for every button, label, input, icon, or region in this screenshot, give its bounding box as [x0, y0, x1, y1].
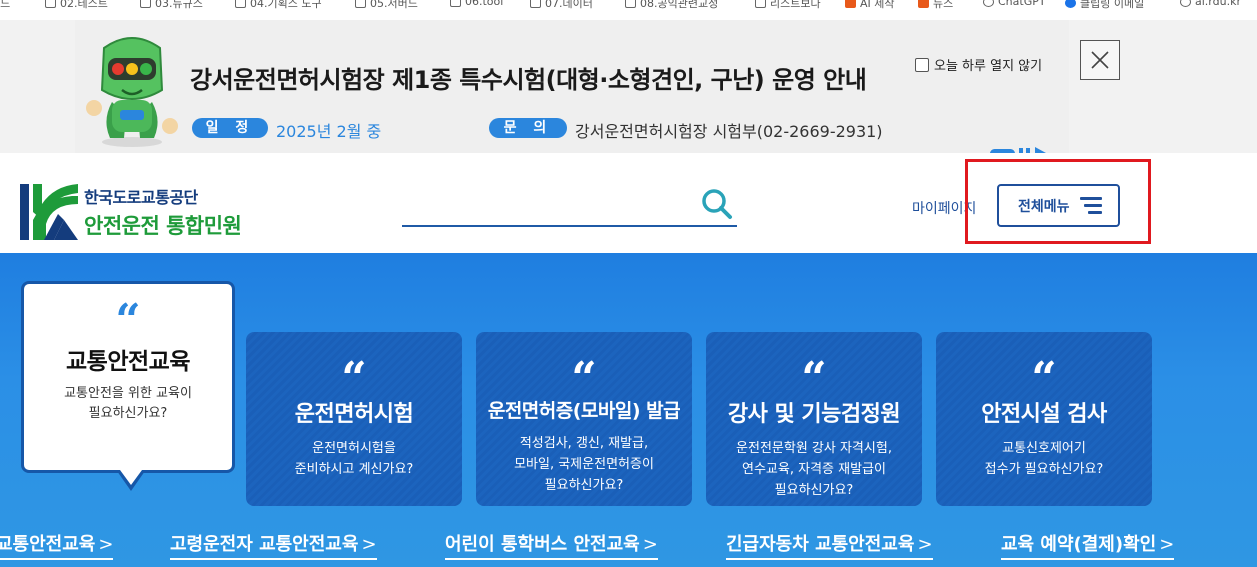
card-title: 안전시설 검사	[981, 402, 1107, 427]
chevron-right-icon: >	[98, 534, 114, 555]
card-title: 운전면허시험	[294, 402, 414, 427]
koroad-logo-icon	[20, 184, 78, 240]
chevron-right-icon: >	[642, 534, 658, 555]
folder-icon	[355, 0, 366, 8]
checkbox-box[interactable]	[915, 57, 929, 72]
bookmark-item[interactable]: 리스트보다	[755, 0, 821, 11]
folder-icon	[755, 0, 766, 8]
quote-icon: “	[115, 295, 141, 346]
site-header: 한국도로교통공단 안전운전 통합민원 마이페이지 전체메뉴	[0, 153, 1257, 253]
search-bar[interactable]	[402, 183, 737, 227]
traffic-light-mascot-icon	[86, 37, 178, 147]
card-desc: 교통신호제어기 접수가 필요하신가요?	[984, 441, 1104, 477]
bookmark-item[interactable]: 코드	[0, 0, 10, 11]
ai-icon	[845, 0, 856, 8]
quote-icon: “	[1031, 353, 1057, 404]
driving-test-card[interactable]: “ 운전면허시험 운전면허시험을 준비하시고 계신가요?	[246, 332, 462, 506]
card-title: 운전면허증(모바일) 발급	[487, 400, 681, 422]
card-desc: 적성검사, 갱신, 재발급, 모바일, 국제운전면허증이 필요하신가요?	[514, 436, 654, 493]
folder-icon	[45, 0, 56, 8]
chevron-right-icon: >	[361, 534, 377, 555]
bookmark-item[interactable]: ai.rdu.kr	[1180, 0, 1241, 8]
bookmark-item[interactable]: 08.공익관련교정	[625, 0, 718, 11]
bookmark-item[interactable]: 06.tool	[450, 0, 503, 8]
schedule-value: 2025년 2월 중	[276, 122, 382, 141]
folder-icon	[235, 0, 246, 8]
quote-icon: “	[341, 353, 367, 404]
banner-title[interactable]: 강서운전면허시험장 제1종 특수시험(대형·소형견인, 구난) 운영 안내	[190, 60, 867, 95]
folder-icon	[140, 0, 151, 8]
link-emergency-vehicle-education[interactable]: 긴급자동차 교통안전교육 >	[726, 530, 933, 560]
quote-icon: “	[571, 353, 597, 404]
safety-facility-card[interactable]: “ 안전시설 검사 교통신호제어기 접수가 필요하신가요?	[936, 332, 1152, 506]
search-icon[interactable]	[701, 188, 733, 220]
dont-show-today-checkbox[interactable]: 오늘 하루 열지 않기	[915, 55, 1042, 74]
bookmarks-bar: 코드 02.테스트 03.뉴규스 04.기획스 도구 05.서버드 06.too…	[0, 0, 1257, 14]
bookmark-item[interactable]: 02.테스트	[45, 0, 108, 11]
org-name: 한국도로교통공단	[84, 188, 198, 207]
card-title: 강사 및 기능검정원	[727, 402, 901, 427]
folder-icon	[530, 0, 541, 8]
quote-icon: “	[801, 353, 827, 404]
card-desc: 운전면허시험을 준비하시고 계신가요?	[294, 441, 414, 477]
card-desc: 운전전문학원 강사 자격시험, 연수교육, 자격증 재발급이 필요하신가요?	[736, 441, 892, 498]
link-school-bus-education[interactable]: 어린이 통학버스 안전교육 >	[445, 530, 658, 560]
dont-show-today-label: 오늘 하루 열지 않기	[934, 59, 1043, 74]
card-title: 교통안전교육	[66, 349, 190, 375]
bookmark-item[interactable]: 클립링 이메일	[1065, 0, 1144, 11]
bookmark-item[interactable]: 뉴스	[918, 0, 953, 11]
banner-close-button[interactable]	[1080, 40, 1120, 80]
bookmark-item[interactable]: ChatGPT	[983, 0, 1046, 8]
chevron-right-icon: >	[1159, 534, 1175, 555]
site-name: 안전운전 통합민원	[84, 214, 242, 238]
globe-icon	[1180, 0, 1191, 7]
card-desc: 교통안전을 위한 교육이 필요하신가요?	[64, 386, 192, 421]
folder-icon	[450, 0, 461, 7]
contact-value: 강서운전면허시험장 시험부(02-2669-2931)	[575, 122, 883, 141]
schedule-label: 일 정	[192, 118, 268, 138]
highlight-box	[965, 159, 1151, 244]
bookmark-item[interactable]: 03.뉴규스	[140, 0, 203, 11]
chatgpt-icon	[983, 0, 994, 7]
close-icon	[1091, 51, 1109, 69]
news-icon	[918, 0, 929, 8]
bookmark-item[interactable]: AI 제작	[845, 0, 895, 11]
bookmark-item[interactable]: 05.서버드	[355, 0, 418, 11]
folder-icon	[625, 0, 636, 8]
link-education-reservation-check[interactable]: 교육 예약(결제)확인 >	[1001, 530, 1175, 560]
contact-label: 문 의	[489, 118, 567, 138]
link-traffic-safety-education[interactable]: 교통안전교육 >	[0, 530, 114, 560]
k-icon	[1065, 0, 1076, 8]
link-senior-driver-education[interactable]: 고령운전자 교통안전교육 >	[170, 530, 377, 560]
chevron-right-icon: >	[917, 534, 933, 555]
bookmark-item[interactable]: 04.기획스 도구	[235, 0, 322, 11]
service-section: “ 교통안전교육 교통안전을 위한 교육이 필요하신가요? “ 운전면허시험 운…	[0, 253, 1257, 567]
bookmark-item[interactable]: 07.데이터	[530, 0, 593, 11]
traffic-safety-education-card[interactable]: “ 교통안전교육 교통안전을 위한 교육이 필요하신가요?	[21, 281, 235, 491]
notice-banner: 강서운전면허시험장 제1종 특수시험(대형·소형견인, 구난) 운영 안내 일 …	[0, 20, 1257, 159]
instructor-examiner-card[interactable]: “ 강사 및 기능검정원 운전전문학원 강사 자격시험, 연수교육, 자격증 재…	[706, 332, 922, 506]
license-issue-card[interactable]: “ 운전면허증(모바일) 발급 적성검사, 갱신, 재발급, 모바일, 국제운전…	[476, 332, 692, 506]
education-links: 교통안전교육 > 고령운전자 교통안전교육 > 어린이 통학버스 안전교육 > 긴급자…	[0, 530, 1257, 560]
site-logo[interactable]: 한국도로교통공단 안전운전 통합민원	[20, 184, 242, 240]
